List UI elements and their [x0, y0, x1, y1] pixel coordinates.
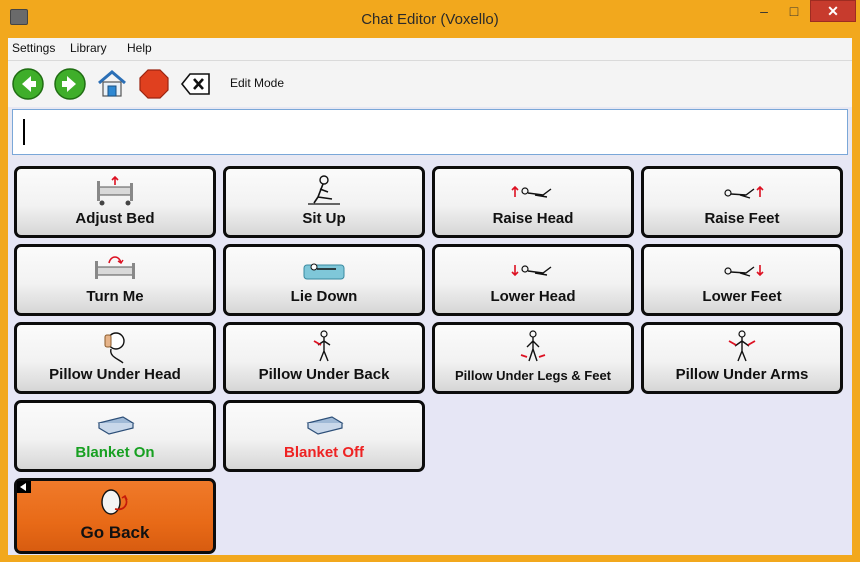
hospital-bed-icon — [97, 175, 133, 206]
minimize-button[interactable]: – — [750, 0, 778, 22]
tile-label: Raise Head — [492, 210, 574, 227]
tile-turn-me[interactable]: Turn Me — [14, 244, 216, 316]
tile-sit-up[interactable]: Sit Up — [223, 166, 425, 238]
blanket-icon — [97, 416, 135, 435]
lower-feet-icon — [724, 265, 764, 277]
toolbar: Edit Mode — [8, 61, 852, 107]
tile-label: Lower Feet — [702, 288, 782, 305]
back-pillow-icon — [313, 330, 331, 362]
stop-icon[interactable] — [138, 68, 170, 100]
tile-lie-down[interactable]: Lie Down — [223, 244, 425, 316]
tile-raise-head[interactable]: Raise Head — [432, 166, 634, 238]
forward-arrow-icon[interactable] — [54, 68, 86, 100]
tile-go-back[interactable]: Go Back — [14, 478, 216, 554]
back-arrow-icon[interactable] — [12, 68, 44, 100]
home-icon[interactable] — [96, 68, 128, 100]
tile-label: Pillow Under Arms — [675, 366, 809, 383]
tile-label: Blanket On — [75, 444, 155, 461]
client-area: Settings Library Help Edit Mode Adjust B… — [8, 38, 852, 555]
title-bar[interactable]: Chat Editor (Voxello) – □ ✕ — [0, 0, 860, 38]
arms-pillow-icon — [728, 330, 756, 362]
tile-label: Blanket Off — [283, 444, 364, 461]
lower-head-icon — [511, 265, 552, 277]
tile-blanket-on[interactable]: Blanket On — [14, 400, 216, 472]
menu-settings[interactable]: Settings — [12, 41, 55, 55]
maximize-button[interactable]: □ — [780, 0, 808, 22]
app-window: Chat Editor (Voxello) – □ ✕ Settings Lib… — [0, 0, 860, 562]
corner-arrow-icon — [17, 481, 31, 493]
menu-bar: Settings Library Help — [8, 38, 852, 61]
blanket-icon — [306, 416, 344, 435]
person-lying-icon — [303, 263, 345, 280]
tile-label: Pillow Under Head — [49, 366, 181, 383]
message-input[interactable] — [12, 109, 848, 155]
menu-library[interactable]: Library — [70, 41, 107, 55]
window-title: Chat Editor (Voxello) — [361, 11, 499, 28]
tile-label: Adjust Bed — [75, 210, 155, 227]
tile-raise-feet[interactable]: Raise Feet — [641, 166, 843, 238]
phrase-grid: Adjust Bed Sit Up Raise Head Raise Feet … — [8, 160, 852, 555]
tile-blanket-off[interactable]: Blanket Off — [223, 400, 425, 472]
clear-text-icon[interactable] — [180, 68, 212, 100]
menu-help[interactable]: Help — [127, 41, 152, 55]
text-caret — [23, 119, 25, 145]
tile-adjust-bed[interactable]: Adjust Bed — [14, 166, 216, 238]
legs-pillow-icon — [520, 330, 546, 362]
turn-around-icon — [101, 489, 128, 515]
tile-label: Lie Down — [290, 288, 358, 305]
tile-label: Sit Up — [302, 210, 346, 227]
tile-label: Lower Head — [490, 288, 576, 305]
tile-pillow-under-arms[interactable]: Pillow Under Arms — [641, 322, 843, 394]
raise-head-icon — [511, 185, 552, 198]
tile-pillow-under-legs[interactable]: Pillow Under Legs & Feet — [432, 322, 634, 394]
tile-pillow-under-back[interactable]: Pillow Under Back — [223, 322, 425, 394]
tile-label: Pillow Under Legs & Feet — [454, 368, 612, 383]
raise-feet-icon — [724, 185, 764, 199]
turn-in-bed-icon — [95, 256, 135, 279]
tile-lower-feet[interactable]: Lower Feet — [641, 244, 843, 316]
tile-label: Turn Me — [86, 288, 144, 305]
edit-mode-label[interactable]: Edit Mode — [230, 76, 284, 90]
tile-label: Go Back — [80, 523, 150, 542]
tile-pillow-under-head[interactable]: Pillow Under Head — [14, 322, 216, 394]
tile-lower-head[interactable]: Lower Head — [432, 244, 634, 316]
person-sitting-icon — [308, 175, 340, 205]
close-button[interactable]: ✕ — [810, 0, 856, 22]
tile-label: Pillow Under Back — [258, 366, 390, 383]
head-pillow-icon — [104, 332, 125, 364]
tile-label: Raise Feet — [704, 210, 780, 227]
